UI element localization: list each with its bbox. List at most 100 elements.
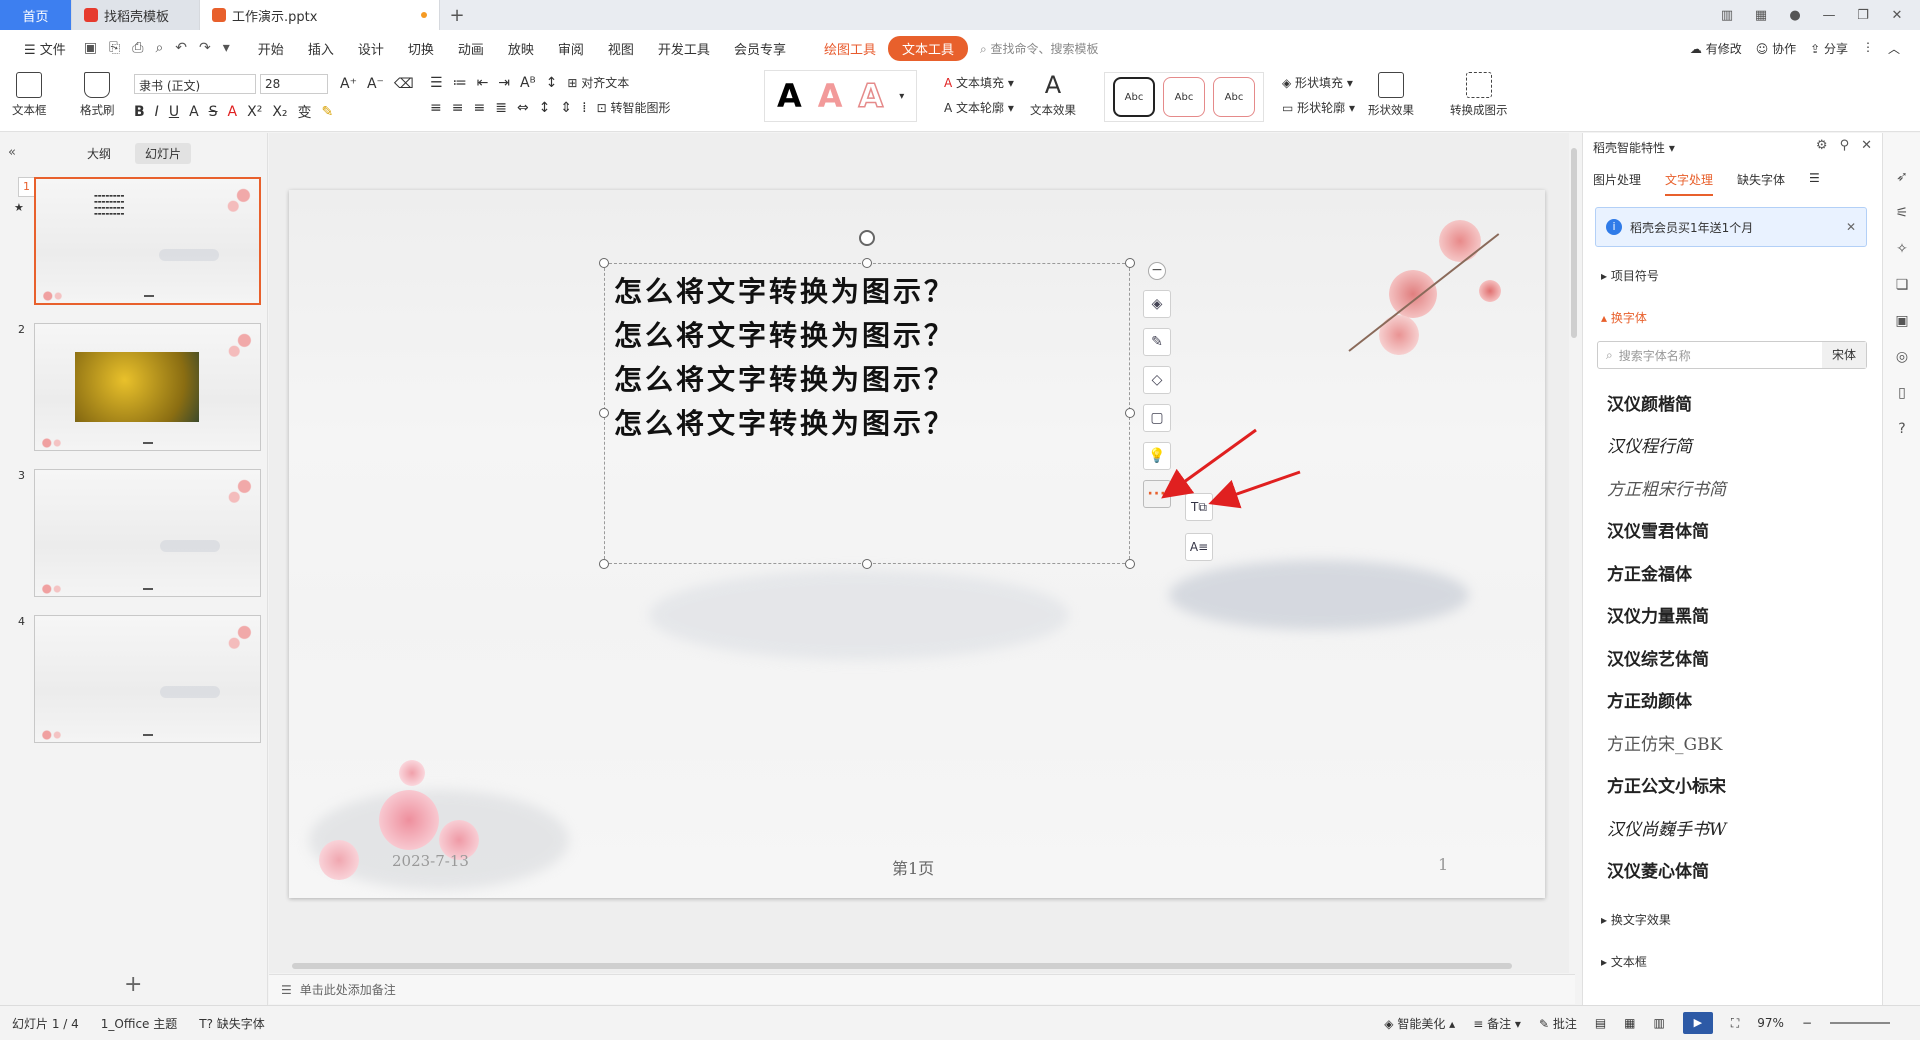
more-icon[interactable]: ⋮ xyxy=(1862,40,1874,57)
horizontal-scrollbar[interactable] xyxy=(276,960,1566,972)
font-name-select[interactable]: 隶书 (正文) xyxy=(134,74,256,94)
resize-handle-w[interactable] xyxy=(599,408,609,418)
shape-style-1[interactable]: Abc xyxy=(1113,77,1155,117)
tab-missing-fonts[interactable]: 缺失字体 xyxy=(1737,171,1785,196)
add-slide-button[interactable]: + xyxy=(124,972,142,997)
tab-outline[interactable]: 大纲 xyxy=(77,143,121,164)
play-button[interactable]: ▶ xyxy=(1682,1012,1713,1034)
menu-developer[interactable]: 开发工具 xyxy=(646,39,722,58)
collapse-ribbon-icon[interactable]: ︿ xyxy=(1888,40,1900,57)
fill-bucket-icon[interactable]: ◇ xyxy=(1143,366,1171,394)
pin-icon[interactable]: ⚲ xyxy=(1840,138,1850,153)
resize-handle-ne[interactable] xyxy=(1125,258,1135,268)
comments-button[interactable]: ✎ 批注 xyxy=(1539,1015,1577,1032)
text-layout-icon[interactable]: A≡ xyxy=(1185,533,1213,561)
book-icon[interactable]: ▯ xyxy=(1883,375,1920,411)
font-item[interactable]: 汉仪雪君体简 xyxy=(1597,509,1867,552)
layers-icon[interactable]: ◈ xyxy=(1143,290,1171,318)
font-item[interactable]: 方正劲颜体 xyxy=(1597,679,1867,722)
slide-thumbnail[interactable] xyxy=(34,323,261,451)
shape-style-2[interactable]: Abc xyxy=(1163,77,1205,117)
resize-handle-sw[interactable] xyxy=(599,559,609,569)
text-outline-button[interactable]: A 文本轮廓 ▾ xyxy=(944,99,1014,116)
shape-style-3[interactable]: Abc xyxy=(1213,77,1255,117)
location-icon[interactable]: ◎ xyxy=(1883,339,1920,375)
tab-image-processing[interactable]: 图片处理 xyxy=(1593,171,1641,196)
zoom-level[interactable]: 97% xyxy=(1757,1016,1784,1030)
scroll-thumb[interactable] xyxy=(292,963,1512,969)
redo-icon[interactable]: ↷ xyxy=(193,40,217,56)
export-icon[interactable]: ⎘ xyxy=(103,40,126,56)
preview-icon[interactable]: ⌕ xyxy=(149,40,169,56)
slide-thumbnail[interactable] xyxy=(34,469,261,597)
font-size-select[interactable]: 28 xyxy=(260,74,328,94)
convert-to-diagram-icon[interactable]: T⧉ xyxy=(1185,493,1213,521)
resize-handle-nw[interactable] xyxy=(599,258,609,268)
sort-icon[interactable]: ↕ xyxy=(546,75,558,91)
align-right-icon[interactable]: ≡ xyxy=(473,100,485,116)
align-text-button[interactable]: ⊞ 对齐文本 xyxy=(567,74,629,91)
char-shading-icon[interactable]: A xyxy=(189,104,199,120)
text-fill-button[interactable]: A 文本填充 ▾ xyxy=(944,74,1014,91)
font-item[interactable]: 汉仪尚巍手书W xyxy=(1597,806,1867,849)
shape-outline-button[interactable]: ▭ 形状轮廓 ▾ xyxy=(1282,99,1355,116)
frame-icon[interactable]: ▢ xyxy=(1143,404,1171,432)
resize-handle-n[interactable] xyxy=(862,258,872,268)
shape-fill-button[interactable]: ◈ 形状填充 ▾ xyxy=(1282,74,1355,91)
wordart-style-black[interactable]: A xyxy=(777,77,802,115)
resize-handle-se[interactable] xyxy=(1125,559,1135,569)
more-quick-icon[interactable]: ▾ xyxy=(217,40,236,56)
section-bullets[interactable]: ▸ 项目符号 xyxy=(1601,267,1659,284)
collapse-toolbar-icon[interactable]: − xyxy=(1148,262,1166,280)
resize-handle-e[interactable] xyxy=(1125,408,1135,418)
resize-handle-s[interactable] xyxy=(862,559,872,569)
menu-view[interactable]: 视图 xyxy=(596,39,646,58)
convert-diagram-button[interactable]: 转换成图示 xyxy=(1450,72,1508,118)
font-item[interactable]: 方正仿宋_GBK xyxy=(1597,721,1867,764)
settings-icon[interactable]: ⚙ xyxy=(1816,138,1828,153)
section-change-font[interactable]: ▴ 换字体 xyxy=(1601,309,1647,326)
section-text-effect[interactable]: ▸ 换文字效果 xyxy=(1601,911,1671,928)
bulb-icon[interactable]: 💡 xyxy=(1143,442,1171,470)
subscript-icon[interactable]: X₂ xyxy=(272,104,287,120)
menu-icon[interactable]: ☰ xyxy=(1809,171,1820,196)
sorter-view-icon[interactable]: ▦ xyxy=(1624,1016,1635,1030)
tab-home[interactable]: 首页 xyxy=(0,0,72,30)
smart-shape-button[interactable]: ⊡ 转智能图形 xyxy=(597,99,671,116)
menu-start[interactable]: 开始 xyxy=(246,39,296,58)
menu-draw-tool[interactable]: 绘图工具 xyxy=(812,39,888,58)
section-textbox[interactable]: ▸ 文本框 xyxy=(1601,953,1647,970)
text-direction-icon[interactable]: Aᴮ xyxy=(520,75,536,91)
clear-format-icon[interactable]: ⌫ xyxy=(394,76,414,92)
underline-icon[interactable]: U xyxy=(169,104,179,120)
vertical-scrollbar[interactable] xyxy=(1568,140,1580,960)
smart-beautify-button[interactable]: ◈ 智能美化 ▴ xyxy=(1384,1015,1455,1032)
grid-icon[interactable]: ▦ xyxy=(1746,8,1776,23)
menu-slideshow[interactable]: 放映 xyxy=(496,39,546,58)
increase-indent-icon[interactable]: ⇥ xyxy=(498,75,510,91)
fit-window-icon[interactable]: ⛶ xyxy=(1731,1016,1739,1031)
font-item[interactable]: 方正粗宋行书简 xyxy=(1597,466,1867,509)
align-left-icon[interactable]: ≡ xyxy=(430,100,442,116)
font-search-input[interactable]: ⌕ 搜索字体名称 宋体 xyxy=(1597,341,1867,369)
font-item[interactable]: 汉仪菱心体简 xyxy=(1597,849,1867,892)
help-icon[interactable]: ? xyxy=(1883,411,1920,447)
minimize-icon[interactable]: — xyxy=(1814,8,1844,23)
copy-icon[interactable]: ❏ xyxy=(1883,267,1920,303)
font-item[interactable]: 方正金福体 xyxy=(1597,551,1867,594)
panel-title[interactable]: 稻壳智能特性 ▾ xyxy=(1593,139,1675,156)
print-icon[interactable]: ⎙ xyxy=(126,40,149,56)
collab-button[interactable]: ☺ 协作 xyxy=(1756,40,1796,57)
undo-icon[interactable]: ↶ xyxy=(169,40,193,56)
rocket-icon[interactable]: ➶ xyxy=(1883,159,1920,195)
sliders-icon[interactable]: ⚟ xyxy=(1883,195,1920,231)
justify-icon[interactable]: ≣ xyxy=(495,100,507,116)
font-item[interactable]: 汉仪力量黑简 xyxy=(1597,594,1867,637)
italic-icon[interactable]: I xyxy=(155,104,159,120)
shrink-font-icon[interactable]: A⁻ xyxy=(367,76,384,92)
tab-slides[interactable]: 幻灯片 xyxy=(135,143,192,164)
columns-icon[interactable]: ⁞ xyxy=(582,100,586,116)
bullets-icon[interactable]: ☰ xyxy=(430,75,443,91)
tab-text-processing[interactable]: 文字处理 xyxy=(1665,171,1714,196)
wordart-style-pink[interactable]: A xyxy=(818,77,843,115)
